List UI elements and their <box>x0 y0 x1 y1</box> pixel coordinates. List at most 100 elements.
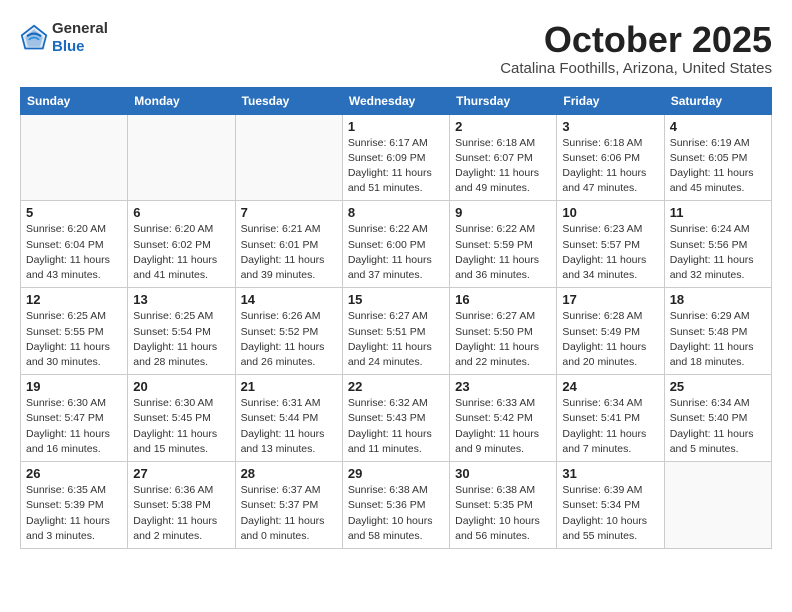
column-header-tuesday: Tuesday <box>235 87 342 114</box>
day-info: Sunrise: 6:20 AM Sunset: 6:02 PM Dayligh… <box>133 222 229 283</box>
day-number: 30 <box>455 466 551 481</box>
day-info: Sunrise: 6:38 AM Sunset: 5:36 PM Dayligh… <box>348 483 444 544</box>
day-number: 13 <box>133 292 229 307</box>
day-info: Sunrise: 6:32 AM Sunset: 5:43 PM Dayligh… <box>348 396 444 457</box>
calendar-cell: 14 Sunrise: 6:26 AM Sunset: 5:52 PM Dayli… <box>235 288 342 375</box>
calendar-cell: 9 Sunrise: 6:22 AM Sunset: 5:59 PM Daylig… <box>450 201 557 288</box>
logo-icon <box>20 24 48 52</box>
day-info: Sunrise: 6:34 AM Sunset: 5:41 PM Dayligh… <box>562 396 658 457</box>
calendar-header-row: SundayMondayTuesdayWednesdayThursdayFrid… <box>21 87 772 114</box>
day-info: Sunrise: 6:39 AM Sunset: 5:34 PM Dayligh… <box>562 483 658 544</box>
column-header-saturday: Saturday <box>664 87 771 114</box>
calendar-cell: 12Sunrise: 6:25 AM Sunset: 5:55 PM Dayli… <box>21 288 128 375</box>
day-info: Sunrise: 6:34 AM Sunset: 5:40 PM Dayligh… <box>670 396 766 457</box>
calendar-cell: 24 Sunrise: 6:34 AM Sunset: 5:41 PM Dayli… <box>557 375 664 462</box>
day-number: 23 <box>455 379 551 394</box>
calendar-week-row: 1 Sunrise: 6:17 AM Sunset: 6:09 PM Daylig… <box>21 114 772 201</box>
calendar-week-row: 26 Sunrise: 6:35 AM Sunset: 5:39 PM Dayli… <box>21 462 772 549</box>
day-info: Sunrise: 6:21 AM Sunset: 6:01 PM Dayligh… <box>241 222 337 283</box>
calendar-cell: 21 Sunrise: 6:31 AM Sunset: 5:44 PM Dayli… <box>235 375 342 462</box>
day-info: Sunrise: 6:25 AM Sunset: 5:55 PM Dayligh… <box>26 309 122 370</box>
calendar-cell: 20 Sunrise: 6:30 AM Sunset: 5:45 PM Dayli… <box>128 375 235 462</box>
day-number: 21 <box>241 379 337 394</box>
day-info: Sunrise: 6:30 AM Sunset: 5:47 PM Dayligh… <box>26 396 122 457</box>
day-info: Sunrise: 6:26 AM Sunset: 5:52 PM Dayligh… <box>241 309 337 370</box>
calendar-cell: 13 Sunrise: 6:25 AM Sunset: 5:54 PM Dayli… <box>128 288 235 375</box>
day-number: 20 <box>133 379 229 394</box>
day-info: Sunrise: 6:36 AM Sunset: 5:38 PM Dayligh… <box>133 483 229 544</box>
calendar-cell: 2 Sunrise: 6:18 AM Sunset: 6:07 PM Daylig… <box>450 114 557 201</box>
calendar-cell: 22 Sunrise: 6:32 AM Sunset: 5:43 PM Dayli… <box>342 375 449 462</box>
day-info: Sunrise: 6:27 AM Sunset: 5:51 PM Dayligh… <box>348 309 444 370</box>
day-number: 10 <box>562 205 658 220</box>
calendar-cell: 1 Sunrise: 6:17 AM Sunset: 6:09 PM Daylig… <box>342 114 449 201</box>
day-number: 25 <box>670 379 766 394</box>
calendar-cell: 18Sunrise: 6:29 AM Sunset: 5:48 PM Dayli… <box>664 288 771 375</box>
day-number: 6 <box>133 205 229 220</box>
day-info: Sunrise: 6:18 AM Sunset: 6:07 PM Dayligh… <box>455 136 551 197</box>
day-info: Sunrise: 6:30 AM Sunset: 5:45 PM Dayligh… <box>133 396 229 457</box>
day-info: Sunrise: 6:22 AM Sunset: 6:00 PM Dayligh… <box>348 222 444 283</box>
day-number: 2 <box>455 119 551 134</box>
calendar-cell: 6 Sunrise: 6:20 AM Sunset: 6:02 PM Daylig… <box>128 201 235 288</box>
day-number: 7 <box>241 205 337 220</box>
day-number: 14 <box>241 292 337 307</box>
day-number: 8 <box>348 205 444 220</box>
day-info: Sunrise: 6:28 AM Sunset: 5:49 PM Dayligh… <box>562 309 658 370</box>
day-info: Sunrise: 6:37 AM Sunset: 5:37 PM Dayligh… <box>241 483 337 544</box>
calendar-cell: 31Sunrise: 6:39 AM Sunset: 5:34 PM Dayli… <box>557 462 664 549</box>
calendar-cell: 16Sunrise: 6:27 AM Sunset: 5:50 PM Dayli… <box>450 288 557 375</box>
calendar-week-row: 5 Sunrise: 6:20 AM Sunset: 6:04 PM Daylig… <box>21 201 772 288</box>
calendar-cell: 27Sunrise: 6:36 AM Sunset: 5:38 PM Dayli… <box>128 462 235 549</box>
day-number: 3 <box>562 119 658 134</box>
calendar-cell: 10 Sunrise: 6:23 AM Sunset: 5:57 PM Dayli… <box>557 201 664 288</box>
day-number: 16 <box>455 292 551 307</box>
calendar-cell: 3 Sunrise: 6:18 AM Sunset: 6:06 PM Daylig… <box>557 114 664 201</box>
calendar-cell: 19 Sunrise: 6:30 AM Sunset: 5:47 PM Dayli… <box>21 375 128 462</box>
logo-general-text: General <box>52 20 108 38</box>
day-info: Sunrise: 6:23 AM Sunset: 5:57 PM Dayligh… <box>562 222 658 283</box>
calendar-cell: 5 Sunrise: 6:20 AM Sunset: 6:04 PM Daylig… <box>21 201 128 288</box>
calendar-cell <box>21 114 128 201</box>
calendar-cell: 11Sunrise: 6:24 AM Sunset: 5:56 PM Dayli… <box>664 201 771 288</box>
location-title: Catalina Foothills, Arizona, United Stat… <box>500 60 772 77</box>
logo-blue-text: Blue <box>52 38 108 56</box>
day-number: 9 <box>455 205 551 220</box>
day-number: 26 <box>26 466 122 481</box>
day-info: Sunrise: 6:29 AM Sunset: 5:48 PM Dayligh… <box>670 309 766 370</box>
day-number: 19 <box>26 379 122 394</box>
calendar-cell: 29 Sunrise: 6:38 AM Sunset: 5:36 PM Dayli… <box>342 462 449 549</box>
calendar-cell: 23Sunrise: 6:33 AM Sunset: 5:42 PM Dayli… <box>450 375 557 462</box>
day-number: 11 <box>670 205 766 220</box>
day-info: Sunrise: 6:17 AM Sunset: 6:09 PM Dayligh… <box>348 136 444 197</box>
day-number: 29 <box>348 466 444 481</box>
column-header-wednesday: Wednesday <box>342 87 449 114</box>
column-header-friday: Friday <box>557 87 664 114</box>
column-header-sunday: Sunday <box>21 87 128 114</box>
day-number: 5 <box>26 205 122 220</box>
day-number: 24 <box>562 379 658 394</box>
day-info: Sunrise: 6:25 AM Sunset: 5:54 PM Dayligh… <box>133 309 229 370</box>
title-block: October 2025 Catalina Foothills, Arizona… <box>500 20 772 77</box>
day-info: Sunrise: 6:18 AM Sunset: 6:06 PM Dayligh… <box>562 136 658 197</box>
calendar-week-row: 19 Sunrise: 6:30 AM Sunset: 5:47 PM Dayli… <box>21 375 772 462</box>
day-info: Sunrise: 6:22 AM Sunset: 5:59 PM Dayligh… <box>455 222 551 283</box>
calendar-cell: 30 Sunrise: 6:38 AM Sunset: 5:35 PM Dayli… <box>450 462 557 549</box>
day-info: Sunrise: 6:19 AM Sunset: 6:05 PM Dayligh… <box>670 136 766 197</box>
day-info: Sunrise: 6:35 AM Sunset: 5:39 PM Dayligh… <box>26 483 122 544</box>
calendar-week-row: 12Sunrise: 6:25 AM Sunset: 5:55 PM Dayli… <box>21 288 772 375</box>
calendar-cell <box>664 462 771 549</box>
calendar-cell <box>128 114 235 201</box>
day-number: 22 <box>348 379 444 394</box>
calendar-cell: 26 Sunrise: 6:35 AM Sunset: 5:39 PM Dayli… <box>21 462 128 549</box>
calendar-table: SundayMondayTuesdayWednesdayThursdayFrid… <box>20 87 772 549</box>
day-info: Sunrise: 6:38 AM Sunset: 5:35 PM Dayligh… <box>455 483 551 544</box>
month-title: October 2025 <box>500 20 772 60</box>
calendar-cell: 7 Sunrise: 6:21 AM Sunset: 6:01 PM Daylig… <box>235 201 342 288</box>
day-info: Sunrise: 6:20 AM Sunset: 6:04 PM Dayligh… <box>26 222 122 283</box>
day-info: Sunrise: 6:31 AM Sunset: 5:44 PM Dayligh… <box>241 396 337 457</box>
calendar-cell: 8 Sunrise: 6:22 AM Sunset: 6:00 PM Daylig… <box>342 201 449 288</box>
day-number: 17 <box>562 292 658 307</box>
calendar-cell: 17 Sunrise: 6:28 AM Sunset: 5:49 PM Dayli… <box>557 288 664 375</box>
day-number: 1 <box>348 119 444 134</box>
